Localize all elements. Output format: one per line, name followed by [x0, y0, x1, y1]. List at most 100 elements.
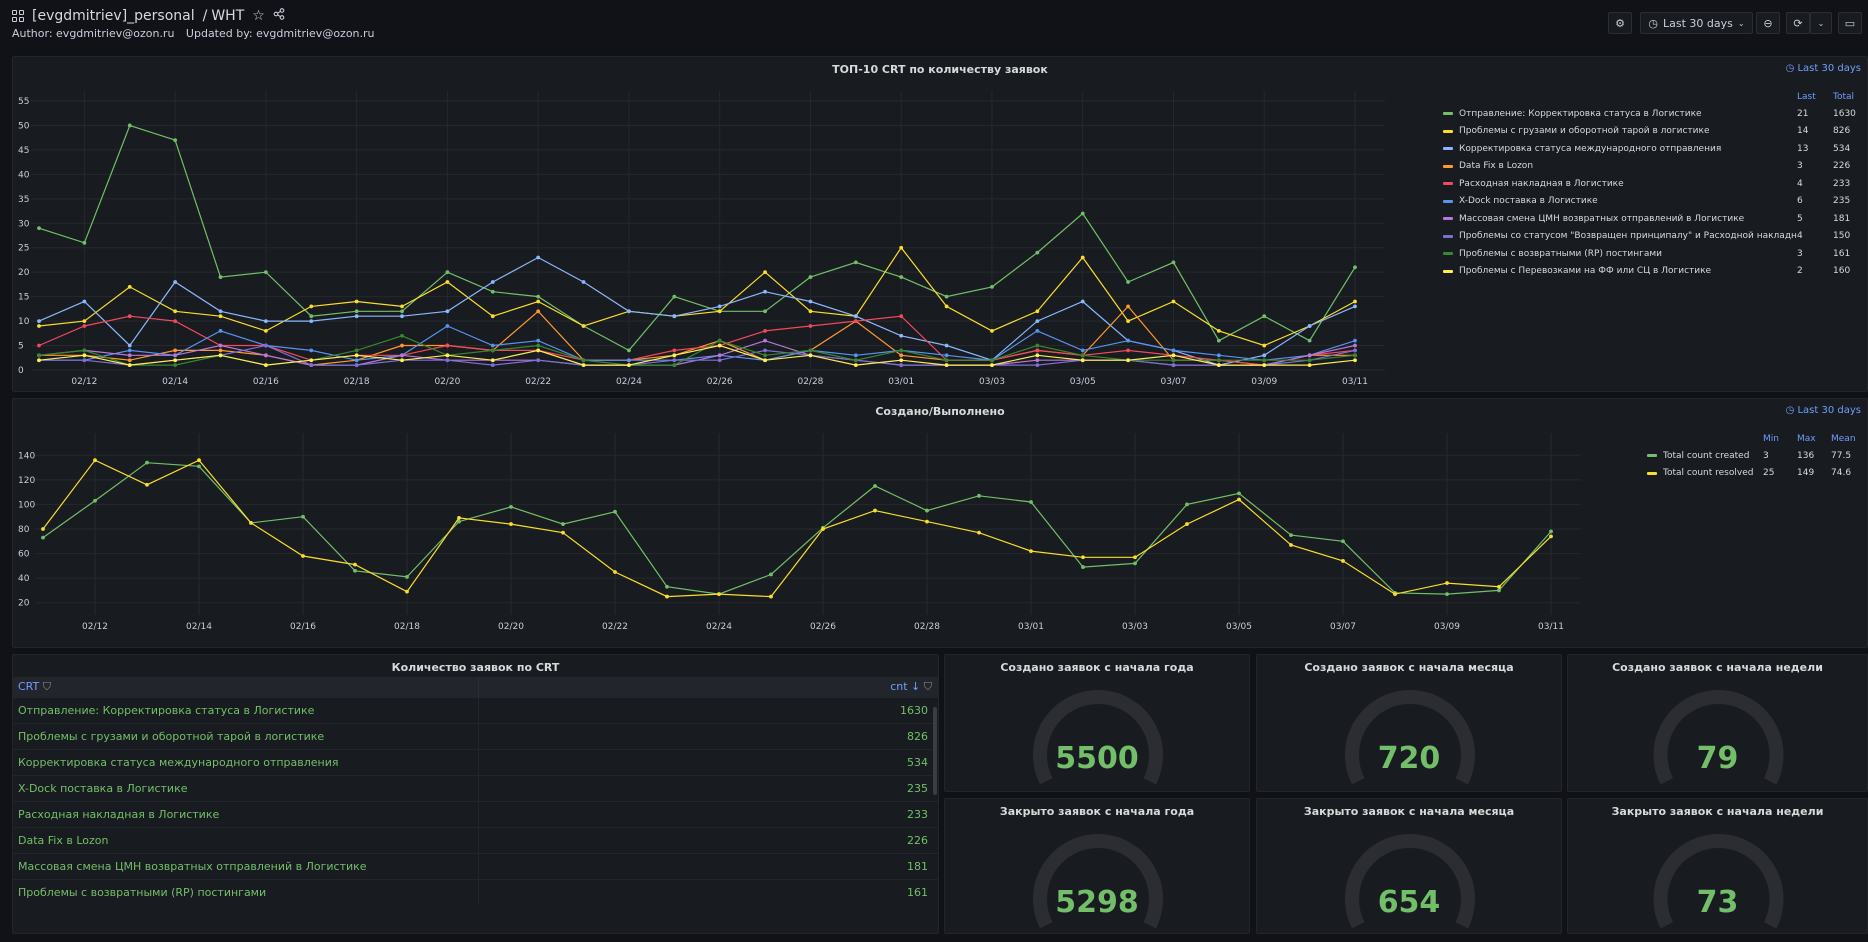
- data-point[interactable]: [353, 562, 357, 567]
- data-point[interactable]: [1080, 353, 1085, 358]
- data-point[interactable]: [400, 309, 404, 314]
- data-point[interactable]: [944, 358, 949, 363]
- data-point[interactable]: [1185, 502, 1189, 507]
- data-point[interactable]: [853, 319, 858, 323]
- data-point[interactable]: [1289, 533, 1293, 538]
- data-point[interactable]: [1445, 592, 1449, 597]
- stat-panel[interactable]: Закрыто заявок с начала года 5298: [944, 798, 1250, 934]
- legend-item[interactable]: Расходная накладная в Логистике 4 233: [1443, 175, 1863, 193]
- data-point[interactable]: [1353, 348, 1357, 353]
- data-point[interactable]: [613, 509, 617, 514]
- legend-item[interactable]: Data Fix в Lozon 3 226: [1443, 158, 1863, 176]
- legend-item[interactable]: X-Dock поставка в Логистике 6 235: [1443, 193, 1863, 211]
- data-point[interactable]: [990, 363, 994, 368]
- data-point[interactable]: [717, 592, 721, 597]
- table-row[interactable]: Проблемы с возвратными (RP) постингами 16…: [13, 878, 938, 905]
- data-point[interactable]: [405, 589, 409, 594]
- panel-created-resolved[interactable]: Создано/Выполнено ◷ Last 30 days 20 40 60 8…: [12, 398, 1868, 648]
- data-point[interactable]: [445, 270, 450, 275]
- data-point[interactable]: [853, 363, 858, 368]
- data-point[interactable]: [1080, 299, 1085, 304]
- data-point[interactable]: [853, 314, 858, 319]
- data-point[interactable]: [1171, 260, 1176, 265]
- data-point[interactable]: [1353, 299, 1357, 304]
- data-point[interactable]: [37, 343, 41, 348]
- data-point[interactable]: [445, 358, 450, 363]
- data-point[interactable]: [1216, 353, 1221, 358]
- data-point[interactable]: [1171, 358, 1176, 363]
- data-point[interactable]: [309, 304, 314, 309]
- data-point[interactable]: [1307, 358, 1312, 363]
- data-point[interactable]: [873, 484, 877, 488]
- data-point[interactable]: [1353, 353, 1357, 358]
- data-point[interactable]: [400, 304, 404, 309]
- data-point[interactable]: [490, 363, 495, 368]
- stat-panel[interactable]: Создано заявок с начала месяца 720: [1256, 654, 1562, 792]
- series-line-0[interactable]: [42, 462, 1552, 595]
- data-point[interactable]: [400, 314, 404, 319]
- data-point[interactable]: [301, 554, 305, 558]
- data-point[interactable]: [82, 358, 87, 363]
- data-point[interactable]: [1262, 358, 1267, 363]
- data-point[interactable]: [1171, 363, 1176, 368]
- data-point[interactable]: [536, 338, 541, 343]
- data-point[interactable]: [1307, 363, 1312, 368]
- data-point[interactable]: [1081, 555, 1085, 560]
- data-point[interactable]: [82, 353, 87, 358]
- data-point[interactable]: [873, 508, 877, 513]
- legend-item[interactable]: Массовая смена ЦМН возвратных отправлени…: [1443, 210, 1863, 228]
- data-point[interactable]: [509, 504, 513, 509]
- data-point[interactable]: [218, 343, 223, 348]
- panel-top10-crt[interactable]: ТОП-10 CRT по количеству заявок ◷ Last 3…: [12, 56, 1868, 392]
- data-point[interactable]: [173, 309, 178, 314]
- data-point[interactable]: [263, 343, 268, 348]
- data-point[interactable]: [627, 358, 631, 363]
- data-point[interactable]: [37, 324, 41, 328]
- legend-header-total[interactable]: Total: [1833, 92, 1863, 102]
- table-scrollbar[interactable]: [933, 707, 937, 795]
- data-point[interactable]: [1171, 299, 1176, 304]
- data-point[interactable]: [1080, 255, 1085, 260]
- table-row[interactable]: Корректировка статуса международного отп…: [13, 748, 938, 775]
- data-point[interactable]: [1445, 581, 1449, 585]
- data-point[interactable]: [309, 358, 314, 363]
- data-point[interactable]: [1497, 588, 1501, 593]
- data-point[interactable]: [899, 363, 904, 368]
- data-point[interactable]: [1080, 211, 1085, 216]
- data-point[interactable]: [561, 530, 565, 535]
- data-point[interactable]: [627, 348, 631, 353]
- data-point[interactable]: [82, 240, 87, 245]
- data-point[interactable]: [1035, 319, 1040, 323]
- dashboards-grid-icon[interactable]: [12, 10, 24, 22]
- data-point[interactable]: [944, 363, 949, 368]
- table-row[interactable]: Проблемы с грузами и оборотной тарой в л…: [13, 722, 938, 749]
- data-point[interactable]: [197, 458, 201, 463]
- data-point[interactable]: [899, 353, 904, 358]
- data-point[interactable]: [127, 358, 132, 363]
- data-point[interactable]: [263, 319, 268, 323]
- data-point[interactable]: [717, 309, 722, 314]
- data-point[interactable]: [627, 363, 631, 368]
- data-point[interactable]: [127, 353, 132, 358]
- data-point[interactable]: [853, 353, 858, 358]
- data-point[interactable]: [82, 348, 87, 353]
- data-point[interactable]: [509, 522, 513, 526]
- data-point[interactable]: [354, 299, 359, 304]
- data-point[interactable]: [808, 348, 813, 353]
- data-point[interactable]: [536, 255, 541, 260]
- data-point[interactable]: [1307, 324, 1312, 328]
- data-point[interactable]: [899, 333, 904, 338]
- data-point[interactable]: [1307, 338, 1312, 343]
- data-point[interactable]: [405, 575, 409, 579]
- data-point[interactable]: [672, 314, 677, 319]
- legend-item[interactable]: Проблемы с грузами и оборотной тарой в л…: [1443, 123, 1863, 141]
- data-point[interactable]: [899, 314, 904, 319]
- data-point[interactable]: [1353, 304, 1357, 309]
- data-point[interactable]: [1262, 314, 1267, 319]
- data-point[interactable]: [173, 363, 178, 368]
- data-point[interactable]: [1216, 358, 1221, 363]
- data-point[interactable]: [581, 280, 586, 284]
- data-point[interactable]: [717, 338, 722, 343]
- data-point[interactable]: [1237, 497, 1241, 502]
- column-header-crt[interactable]: CRT ⛉: [13, 677, 479, 697]
